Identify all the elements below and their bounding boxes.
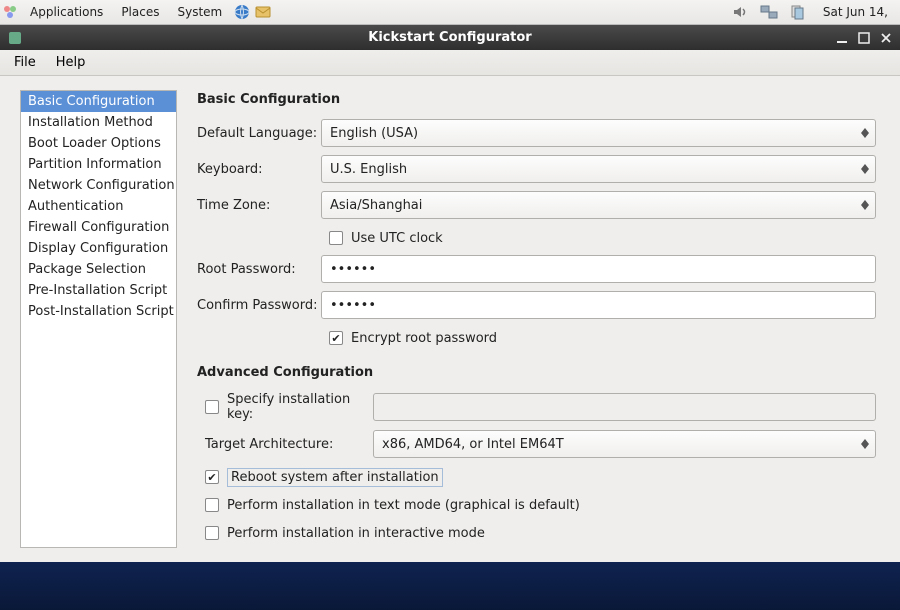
panel-clock[interactable]: Sat Jun 14, <box>815 3 896 21</box>
sidebar-item-firewall-configuration[interactable]: Firewall Configuration <box>21 217 176 238</box>
sidebar-item-boot-loader-options[interactable]: Boot Loader Options <box>21 133 176 154</box>
sidebar: Basic Configuration Installation Method … <box>20 90 177 548</box>
sidebar-item-pre-installation-script[interactable]: Pre-Installation Script <box>21 280 176 301</box>
sidebar-item-basic-configuration[interactable]: Basic Configuration <box>21 91 176 112</box>
distro-icon <box>0 2 20 22</box>
sidebar-item-authentication[interactable]: Authentication <box>21 196 176 217</box>
gnome-panel: Applications Places System Sat Jun 14, <box>0 0 900 25</box>
checkbox-utc-clock[interactable] <box>329 231 343 245</box>
menu-help[interactable]: Help <box>46 52 96 73</box>
close-button[interactable] <box>878 31 894 45</box>
label-interactive-mode: Perform installation in interactive mode <box>227 526 485 541</box>
sidebar-item-post-installation-script[interactable]: Post-Installation Script <box>21 301 176 322</box>
combo-default-language[interactable]: English (USA) <box>321 119 876 147</box>
app-body: Basic Configuration Installation Method … <box>0 76 900 562</box>
combo-default-language-value: English (USA) <box>330 126 418 141</box>
label-default-language: Default Language: <box>197 126 321 141</box>
clipboard-icon[interactable] <box>787 2 807 22</box>
label-specify-install-key: Specify installation key: <box>227 392 373 422</box>
mail-icon[interactable] <box>254 2 274 22</box>
checkbox-text-mode[interactable] <box>205 498 219 512</box>
app-icon <box>6 29 24 47</box>
minimize-button[interactable] <box>834 31 850 45</box>
sidebar-item-display-configuration[interactable]: Display Configuration <box>21 238 176 259</box>
label-text-mode: Perform installation in text mode (graph… <box>227 498 580 513</box>
checkbox-reboot-after-install[interactable] <box>205 470 219 484</box>
network-icon[interactable] <box>759 2 779 22</box>
menubar: File Help <box>0 50 900 76</box>
panel-menu-places[interactable]: Places <box>113 3 167 21</box>
updown-icon <box>861 164 869 174</box>
label-root-password: Root Password: <box>197 262 321 277</box>
label-keyboard: Keyboard: <box>197 162 321 177</box>
sidebar-item-installation-method[interactable]: Installation Method <box>21 112 176 133</box>
advanced-section-title: Advanced Configuration <box>197 365 876 380</box>
label-reboot-after-install: Reboot system after installation <box>227 468 443 487</box>
input-confirm-password-value: •••••• <box>330 298 376 313</box>
checkbox-specify-install-key[interactable] <box>205 400 219 414</box>
combo-keyboard[interactable]: U.S. English <box>321 155 876 183</box>
checkbox-encrypt-root-password[interactable] <box>329 331 343 345</box>
updown-icon <box>861 200 869 210</box>
volume-icon[interactable] <box>731 2 751 22</box>
window-titlebar: Kickstart Configurator <box>0 25 900 50</box>
menu-file[interactable]: File <box>4 52 46 73</box>
sidebar-item-network-configuration[interactable]: Network Configuration <box>21 175 176 196</box>
label-target-architecture: Target Architecture: <box>205 437 373 452</box>
desktop-background <box>0 562 900 610</box>
combo-target-architecture[interactable]: x86, AMD64, or Intel EM64T <box>373 430 876 458</box>
basic-section-title: Basic Configuration <box>197 92 876 107</box>
input-install-key[interactable] <box>373 393 876 421</box>
sidebar-item-partition-information[interactable]: Partition Information <box>21 154 176 175</box>
updown-icon <box>861 439 869 449</box>
browser-icon[interactable] <box>232 2 252 22</box>
panel-menu-system[interactable]: System <box>169 3 230 21</box>
updown-icon <box>861 128 869 138</box>
label-encrypt-root-password: Encrypt root password <box>351 331 497 346</box>
combo-timezone-value: Asia/Shanghai <box>330 198 422 213</box>
input-confirm-password[interactable]: •••••• <box>321 291 876 319</box>
panel-menu-applications[interactable]: Applications <box>22 3 111 21</box>
label-confirm-password: Confirm Password: <box>197 298 321 313</box>
label-timezone: Time Zone: <box>197 198 321 213</box>
window-title: Kickstart Configurator <box>0 30 900 45</box>
input-root-password-value: •••••• <box>330 262 376 277</box>
combo-timezone[interactable]: Asia/Shanghai <box>321 191 876 219</box>
input-root-password[interactable]: •••••• <box>321 255 876 283</box>
combo-keyboard-value: U.S. English <box>330 162 407 177</box>
label-utc-clock: Use UTC clock <box>351 231 443 246</box>
content-pane: Basic Configuration Default Language: En… <box>177 76 900 562</box>
maximize-button[interactable] <box>856 31 872 45</box>
checkbox-interactive-mode[interactable] <box>205 526 219 540</box>
sidebar-item-package-selection[interactable]: Package Selection <box>21 259 176 280</box>
combo-target-architecture-value: x86, AMD64, or Intel EM64T <box>382 437 564 452</box>
